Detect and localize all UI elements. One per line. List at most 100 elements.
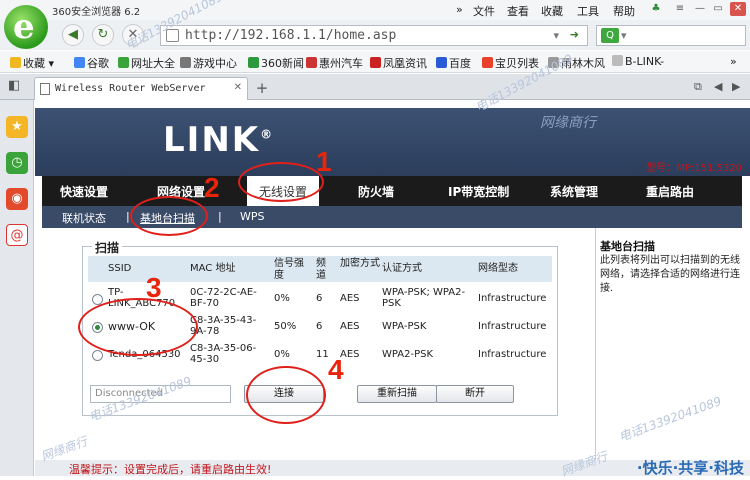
bookmark-baidu[interactable]: 百度 — [436, 55, 471, 71]
go-icon[interactable]: ➜ — [570, 28, 579, 41]
tab-close-icon[interactable]: ✕ — [234, 82, 242, 93]
nav-quick-setup[interactable]: 快速设置 — [60, 183, 108, 200]
col-auth: 认证方式 — [382, 263, 422, 274]
menu-icon[interactable]: ≡ — [672, 2, 688, 16]
menu-view[interactable]: 查看 — [507, 3, 529, 19]
close-icon[interactable]: ✕ — [730, 2, 746, 16]
row-channel: 11 — [316, 349, 329, 360]
bookmark-games[interactable]: 游戏中心 — [180, 55, 237, 71]
help-text: 此列表将列出可以扫描到的无线网络，请选择合适的网络进行连接. — [600, 255, 740, 294]
col-channel: 频道 — [316, 258, 326, 281]
annotation-oval-4 — [246, 366, 326, 424]
tab-title: Wireless Router WebServer — [55, 83, 206, 94]
menu-tools[interactable]: 工具 — [577, 3, 599, 19]
row-signal: 50% — [274, 321, 297, 332]
back-icon[interactable]: ◀ — [62, 24, 84, 46]
tab-scroll-right-icon[interactable]: ▶ — [732, 80, 740, 93]
col-mac: MAC 地址 — [190, 263, 236, 274]
network-radio[interactable] — [92, 350, 103, 361]
search-dropdown-icon[interactable]: ▾ — [621, 29, 627, 42]
annotation-oval-2 — [130, 196, 208, 236]
router-header: LINK® 网缘商行 型号：MP:151.5320 — [35, 100, 750, 176]
bookmark-hao[interactable]: 网址大全 — [118, 55, 175, 71]
browser-logo-icon: e — [4, 5, 48, 49]
footer-slogan: ·快乐·共享·科技 — [636, 459, 744, 477]
row-auth: WPA-PSK — [382, 321, 427, 332]
row-type: Infrastructure — [478, 349, 547, 360]
row-encryption: AES — [340, 293, 360, 304]
annotation-number-2: 2 — [204, 172, 220, 203]
help-title: 基地台扫描 — [600, 240, 655, 253]
row-signal: 0% — [274, 349, 290, 360]
watermark: 网缘商行 — [540, 115, 596, 131]
page-icon — [40, 83, 50, 95]
bookmark-favorites[interactable]: 收藏 ▾ — [10, 55, 54, 71]
row-channel: 6 — [316, 293, 323, 304]
brand-logo: LINK® — [163, 120, 275, 160]
refresh-icon[interactable]: ↻ — [92, 24, 114, 46]
annotation-oval-3 — [78, 298, 198, 356]
footer-tip: 温馨提示：设置完成后，请重启路由生效! — [69, 463, 272, 476]
sidebar-toggle-icon[interactable]: ◧ — [8, 78, 20, 93]
minimize-icon[interactable]: — — [692, 2, 708, 16]
browser-title-bar: 360安全浏览器 6.2 » 文件 查看 收藏 工具 帮助 ♣ ≡ — ▭ ✕ — [0, 0, 750, 20]
row-mac: 0C-72-2C-AE-BF-70 — [190, 287, 257, 309]
bookmarks-bar: 收藏 ▾ 谷歌 网址大全 游戏中心 360新闻 惠州汽车 凤凰资讯 百度 宝贝列… — [0, 51, 750, 73]
router-footer: 温馨提示：设置完成后，请重启路由生效! ·快乐·共享·科技 — [35, 459, 750, 477]
nav-firewall[interactable]: 防火墙 — [358, 183, 394, 200]
nav-reboot[interactable]: 重启路由 — [646, 183, 694, 200]
search-box[interactable]: Q ▾ — [596, 25, 746, 46]
menu-favorites[interactable]: 收藏 — [541, 3, 563, 19]
tab-bar: ◧ Wireless Router WebServer ✕ + ⧉ ◀ ▶ — [0, 74, 750, 100]
side-dock: ★ ◷ ◉ @ — [0, 100, 34, 476]
menu-more-icon[interactable]: » — [456, 3, 463, 16]
row-signal: 0% — [274, 293, 290, 304]
address-url[interactable]: http://192.168.1.1/home.asp — [185, 28, 396, 43]
col-encryption: 加密方式 — [340, 258, 380, 269]
new-tab-icon[interactable]: + — [252, 80, 272, 98]
tab-list-icon[interactable]: ⧉ — [694, 80, 702, 94]
model-label: 型号：MP:151.5320 — [646, 163, 742, 174]
menu-file[interactable]: 文件 — [473, 3, 495, 19]
annotation-oval-1 — [238, 162, 324, 202]
dropdown-icon[interactable]: ▾ — [553, 29, 559, 42]
subnav-link-status[interactable]: 联机状态 — [62, 210, 106, 226]
menu-help[interactable]: 帮助 — [613, 3, 635, 19]
weibo-icon[interactable]: ◉ — [6, 188, 28, 210]
col-type: 网络型态 — [478, 263, 518, 274]
tab-scroll-left-icon[interactable]: ◀ — [714, 80, 722, 93]
bookmark-car[interactable]: 惠州汽车 — [306, 55, 363, 71]
browser-title: 360安全浏览器 6.2 — [52, 7, 141, 18]
bookmark-ifeng[interactable]: 凤凰资讯 — [370, 55, 427, 71]
address-bar[interactable]: http://192.168.1.1/home.asp ▾ ➜ — [160, 25, 588, 46]
email-icon[interactable]: @ — [6, 224, 28, 246]
row-mac: C8-3A-35-06-45-30 — [190, 343, 257, 365]
annotation-number-3: 3 — [146, 272, 162, 303]
row-auth: WPA2-PSK — [382, 349, 434, 360]
row-type: Infrastructure — [478, 293, 547, 304]
bookmark-blink[interactable]: B-LINK- — [612, 55, 664, 68]
nav-system[interactable]: 系统管理 — [550, 183, 598, 200]
bookmark-google[interactable]: 谷歌 — [74, 55, 109, 71]
history-clock-icon[interactable]: ◷ — [6, 152, 28, 174]
skin-icon[interactable]: ♣ — [648, 2, 664, 16]
search-engine-icon[interactable]: Q — [601, 28, 619, 43]
nav-bandwidth[interactable]: IP带宽控制 — [448, 183, 509, 200]
favorites-star-icon[interactable]: ★ — [6, 116, 28, 138]
row-channel: 6 — [316, 321, 323, 332]
rescan-button[interactable]: 重新扫描 — [357, 385, 437, 403]
bookmarks-more-icon[interactable]: » — [730, 55, 737, 68]
subnav-wps[interactable]: WPS — [240, 210, 265, 223]
row-mac: C8-3A-35-43-9A-78 — [190, 315, 257, 337]
row-encryption: AES — [340, 321, 360, 332]
annotation-number-1: 1 — [316, 146, 332, 177]
navigation-bar: ◀ ↻ ✕ http://192.168.1.1/home.asp ▾ ➜ Q … — [0, 20, 750, 50]
annotation-number-4: 4 — [328, 354, 344, 385]
tab-router[interactable]: Wireless Router WebServer ✕ — [34, 77, 248, 100]
row-auth: WPA-PSK; WPA2-PSK — [382, 287, 466, 309]
scan-legend: 扫描 — [92, 239, 123, 256]
maximize-icon[interactable]: ▭ — [710, 2, 726, 16]
col-signal: 信号强度 — [274, 258, 304, 281]
disconnect-button[interactable]: 断开 — [436, 385, 514, 403]
bookmark-news[interactable]: 360新闻 — [248, 55, 304, 71]
